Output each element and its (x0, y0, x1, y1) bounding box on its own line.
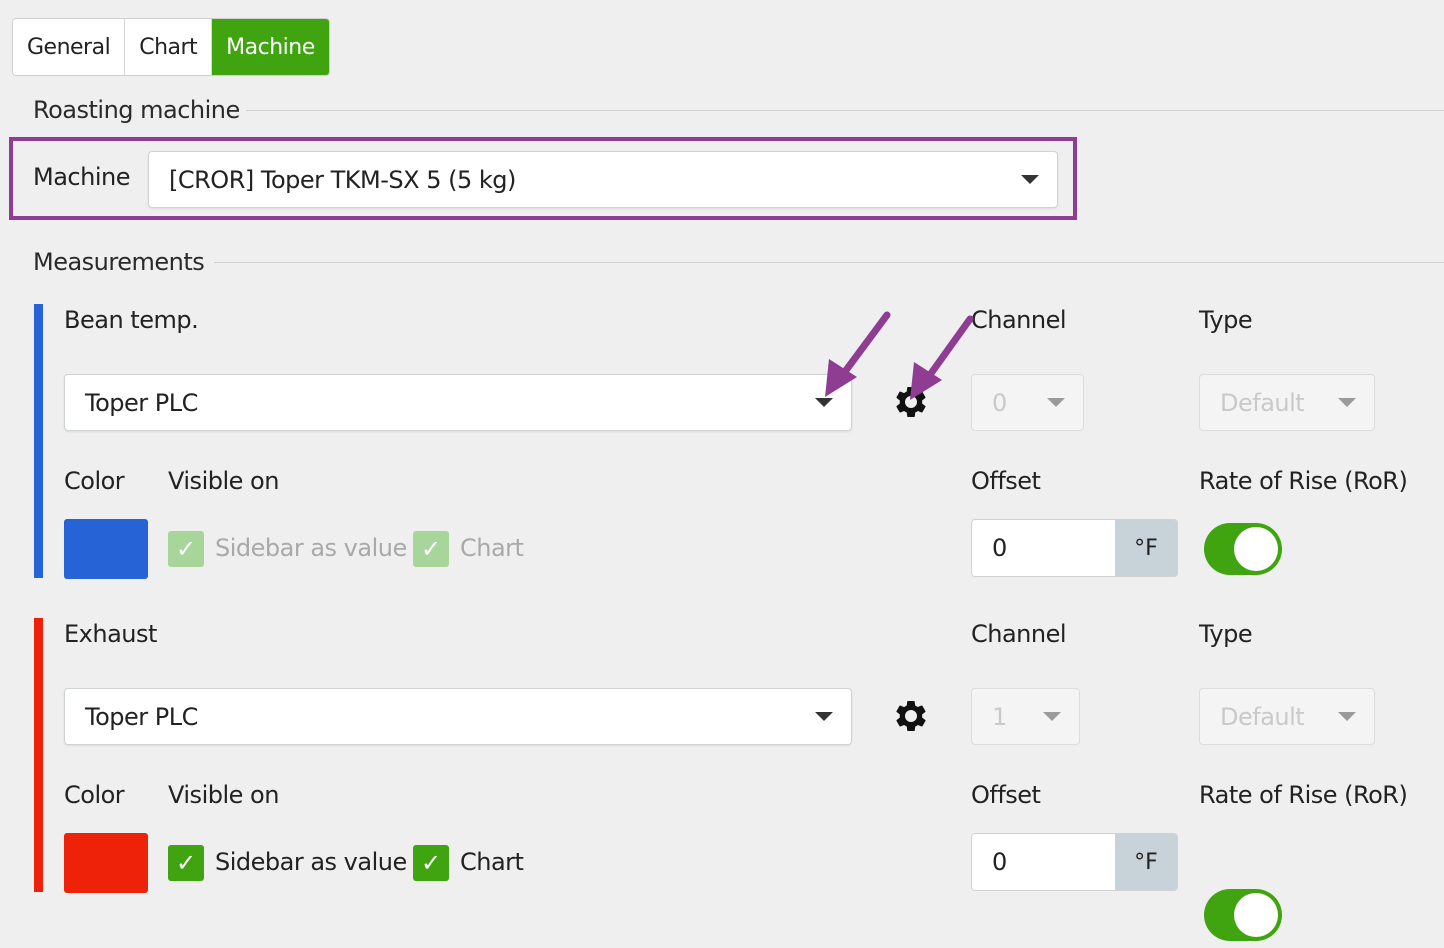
bean-temp-accent-bar (34, 304, 43, 578)
type-label: Type (1199, 620, 1253, 648)
visible-on-label: Visible on (168, 781, 279, 809)
color-swatch[interactable] (64, 833, 148, 893)
channel-select-value: 1 (992, 702, 1007, 731)
tab-bar: General Chart Machine (12, 18, 330, 76)
ror-label: Rate of Rise (RoR) (1199, 467, 1408, 495)
sidebar-checkbox[interactable]: ✓ (168, 845, 204, 881)
channel-label: Channel (971, 620, 1067, 648)
roasting-machine-heading: Roasting machine (33, 96, 240, 124)
bean-temp-source-select[interactable]: Toper PLC (64, 374, 852, 431)
type-label: Type (1199, 306, 1253, 334)
measurement-name: Bean temp. (64, 306, 199, 334)
section-divider (214, 262, 1444, 263)
chart-checkbox[interactable]: ✓ (413, 531, 449, 567)
sidebar-checkbox[interactable]: ✓ (168, 531, 204, 567)
machine-select[interactable]: [CROR] Toper TKM-SX 5 (5 kg) (148, 151, 1058, 208)
type-select[interactable]: Default (1199, 374, 1375, 431)
type-select[interactable]: Default (1199, 688, 1375, 745)
sidebar-checkbox-label: Sidebar as value (215, 534, 407, 562)
ror-label: Rate of Rise (RoR) (1199, 781, 1408, 809)
check-icon: ✓ (420, 535, 442, 563)
color-swatch[interactable] (64, 519, 148, 579)
toggle-knob (1234, 527, 1278, 571)
offset-input-group: 0 °F (971, 519, 1178, 577)
tab-general[interactable]: General (13, 19, 126, 75)
color-label: Color (64, 781, 125, 809)
channel-select-value: 0 (992, 388, 1007, 417)
check-icon: ✓ (420, 849, 442, 877)
gear-icon[interactable] (893, 698, 929, 734)
chevron-down-icon (1338, 712, 1356, 721)
color-label: Color (64, 467, 125, 495)
channel-label: Channel (971, 306, 1067, 334)
annotation-arrow-icon (825, 311, 974, 400)
offset-input-group: 0 °F (971, 833, 1178, 891)
ror-toggle[interactable] (1204, 523, 1282, 575)
channel-select[interactable]: 1 (971, 688, 1080, 745)
tab-machine[interactable]: Machine (212, 19, 329, 75)
source-select-value: Toper PLC (85, 702, 198, 731)
chevron-down-icon (1338, 398, 1356, 407)
type-select-value: Default (1220, 702, 1305, 731)
channel-select[interactable]: 0 (971, 374, 1084, 431)
offset-label: Offset (971, 781, 1041, 809)
chevron-down-icon (1043, 712, 1061, 721)
chart-checkbox-label: Chart (460, 534, 524, 562)
type-select-value: Default (1220, 388, 1305, 417)
section-divider (246, 110, 1444, 111)
offset-input[interactable]: 0 (972, 834, 1115, 890)
sidebar-checkbox-label: Sidebar as value (215, 848, 407, 876)
offset-unit: °F (1115, 834, 1177, 890)
ror-toggle[interactable] (1204, 889, 1282, 941)
check-icon: ✓ (175, 849, 197, 877)
machine-label: Machine (33, 163, 130, 191)
source-select-value: Toper PLC (85, 388, 198, 417)
offset-unit: °F (1115, 520, 1177, 576)
toggle-knob (1234, 893, 1278, 937)
tab-chart[interactable]: Chart (125, 19, 213, 75)
exhaust-source-select[interactable]: Toper PLC (64, 688, 852, 745)
offset-input[interactable]: 0 (972, 520, 1115, 576)
chevron-down-icon (815, 712, 833, 721)
chevron-down-icon (1021, 175, 1039, 184)
exhaust-accent-bar (34, 618, 43, 892)
chart-checkbox-label: Chart (460, 848, 524, 876)
measurements-heading: Measurements (33, 248, 205, 276)
offset-label: Offset (971, 467, 1041, 495)
chart-checkbox[interactable]: ✓ (413, 845, 449, 881)
check-icon: ✓ (175, 535, 197, 563)
visible-on-label: Visible on (168, 467, 279, 495)
machine-select-value: [CROR] Toper TKM-SX 5 (5 kg) (169, 165, 516, 194)
measurement-name: Exhaust (64, 620, 157, 648)
chevron-down-icon (1047, 398, 1065, 407)
